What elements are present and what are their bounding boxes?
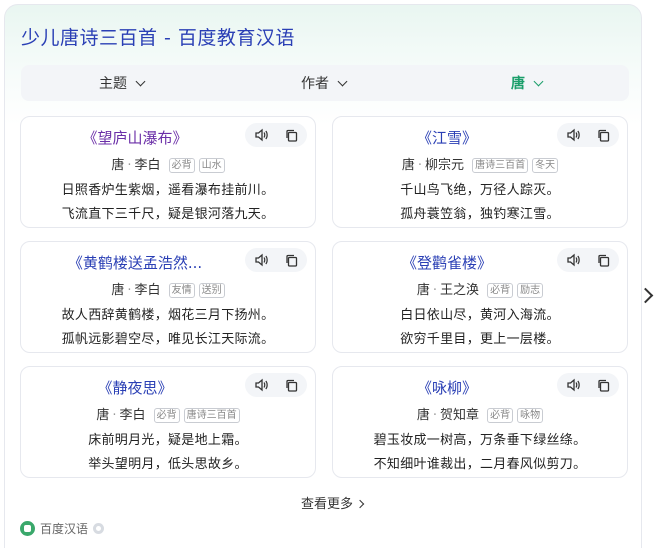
poem-meta: 唐 · 柳宗元 唐诗三百首 冬天 xyxy=(333,154,627,173)
poem-tag: 咏物 xyxy=(517,408,544,423)
poem-author[interactable]: 柳宗元 xyxy=(425,158,464,173)
poem-line: 孤帆远影碧空尽，唯见长江天际流。 xyxy=(61,332,275,347)
poem-tools xyxy=(245,248,307,272)
filter-label: 主题 xyxy=(99,76,127,92)
next-page-arrow[interactable] xyxy=(636,276,660,316)
chevron-down-icon xyxy=(337,76,348,86)
poem-tag: 友情 xyxy=(168,283,195,298)
poem-tag: 励志 xyxy=(517,283,544,298)
poem-item[interactable]: 《静夜思》 唐 · 李白 必背 唐诗三百首 床前明月光，疑是地上霜。 举头望明月，低头… xyxy=(20,366,316,478)
speaker-icon[interactable] xyxy=(254,128,268,142)
source-attribution[interactable]: 百度汉语 xyxy=(20,520,105,537)
copy-icon[interactable] xyxy=(285,254,298,267)
poem-title[interactable]: 《咏柳》 xyxy=(341,377,553,398)
poem-dynasty: 唐 xyxy=(111,283,125,298)
poem-tag: 必背 xyxy=(153,408,180,423)
poem-meta: 唐 · 李白 必背 山水 xyxy=(21,154,315,173)
poem-line: 欲穷千里目，更上一层楼。 xyxy=(400,332,560,347)
poem-title[interactable]: 《登鹳雀楼》 xyxy=(341,252,553,273)
view-more-label: 查看更多 xyxy=(300,497,353,512)
poem-dynasty: 唐 xyxy=(401,158,415,173)
poem-tag: 山水 xyxy=(198,158,225,173)
poem-line: 千山鸟飞绝，万径人踪灭。 xyxy=(400,183,560,198)
poem-tools xyxy=(557,248,619,272)
poem-title[interactable]: 《黄鹤楼送孟浩然... xyxy=(29,252,241,273)
poem-tag: 必背 xyxy=(487,283,514,298)
verified-icon xyxy=(93,523,105,534)
poem-line: 孤舟蓑笠翁，独钓寒江雪。 xyxy=(400,207,560,222)
source-label: 百度汉语 xyxy=(40,522,89,536)
poem-author[interactable]: 李白 xyxy=(135,283,161,298)
poem-item[interactable]: 《登鹳雀楼》 唐 · 王之涣 必背 励志 白日依山尽，黄河入海流。 欲穷千里目，更上一… xyxy=(332,241,628,353)
poem-tag: 必背 xyxy=(487,408,514,423)
poem-tag: 送别 xyxy=(198,283,225,298)
copy-icon[interactable] xyxy=(285,379,298,392)
poem-tag: 冬天 xyxy=(532,158,559,173)
speaker-icon[interactable] xyxy=(254,378,268,392)
speaker-icon[interactable] xyxy=(254,253,268,267)
poem-author[interactable]: 王之涣 xyxy=(440,283,479,298)
poem-title[interactable]: 《江雪》 xyxy=(341,127,553,148)
speaker-icon[interactable] xyxy=(566,253,580,267)
poem-line: 故人西辞黄鹤楼，烟花三月下扬州。 xyxy=(61,308,275,323)
separator-dot: · xyxy=(417,158,422,173)
poem-author[interactable]: 李白 xyxy=(120,408,146,423)
poem-meta: 唐 · 贺知章 必背 咏物 xyxy=(333,404,627,423)
filter-theme[interactable]: 主题 xyxy=(99,65,146,101)
separator-dot: · xyxy=(432,408,437,423)
filter-dynasty[interactable]: 唐 xyxy=(511,65,544,101)
card-title[interactable]: 少儿唐诗三百首 - 百度教育汉语 xyxy=(21,23,295,50)
poem-item[interactable]: 《江雪》 唐 · 柳宗元 唐诗三百首 冬天 千山鸟飞绝，万径人踪灭。 孤舟蓑笠翁，独钓… xyxy=(332,116,628,228)
poem-item[interactable]: 《黄鹤楼送孟浩然... 唐 · 李白 友情 送别 故人西辞黄鹤楼，烟花三月下扬州。 孤… xyxy=(20,241,316,353)
poem-dynasty: 唐 xyxy=(416,408,430,423)
poem-line: 碧玉妆成一树高，万条垂下绿丝绦。 xyxy=(373,433,587,448)
chevron-right-icon xyxy=(355,499,365,509)
poem-meta: 唐 · 李白 必背 唐诗三百首 xyxy=(21,404,315,423)
poem-line: 不知细叶谁裁出，二月春风似剪刀。 xyxy=(373,457,587,472)
poem-tools xyxy=(557,123,619,147)
copy-icon[interactable] xyxy=(597,129,610,142)
poem-tools xyxy=(557,373,619,397)
filter-bar: 主题 作者 唐 xyxy=(21,65,629,101)
poem-line: 日照香炉生紫烟，遥看瀑布挂前川。 xyxy=(61,183,275,198)
separator-dot: · xyxy=(432,283,437,298)
poem-dynasty: 唐 xyxy=(96,408,110,423)
poem-tag: 唐诗三百首 xyxy=(183,408,240,423)
copy-icon[interactable] xyxy=(597,379,610,392)
poem-meta: 唐 · 王之涣 必背 励志 xyxy=(333,279,627,298)
poem-author[interactable]: 贺知章 xyxy=(440,408,479,423)
chevron-down-icon xyxy=(135,76,146,86)
poem-tools xyxy=(245,373,307,397)
copy-icon[interactable] xyxy=(597,254,610,267)
baidu-hanyu-logo-icon xyxy=(20,521,35,536)
filter-author[interactable]: 作者 xyxy=(301,65,348,101)
poem-tag: 唐诗三百首 xyxy=(472,158,529,173)
poem-line: 飞流直下三千尺，疑是银河落九天。 xyxy=(61,207,275,222)
poem-line: 举头望明月，低头思故乡。 xyxy=(88,457,248,472)
copy-icon[interactable] xyxy=(285,129,298,142)
separator-dot: · xyxy=(127,158,132,173)
separator-dot: · xyxy=(112,408,117,423)
view-more-button[interactable]: 查看更多 xyxy=(0,493,664,512)
poem-item[interactable]: 《望庐山瀑布》 唐 · 李白 必背 山水 日照香炉生紫烟，遥看瀑布挂前川。 飞流直下三… xyxy=(20,116,316,228)
filter-label: 作者 xyxy=(301,76,329,92)
chevron-down-icon xyxy=(533,76,544,86)
filter-label: 唐 xyxy=(511,76,525,92)
speaker-icon[interactable] xyxy=(566,128,580,142)
poem-meta: 唐 · 李白 友情 送别 xyxy=(21,279,315,298)
poem-title[interactable]: 《静夜思》 xyxy=(29,377,241,398)
poem-item[interactable]: 《咏柳》 唐 · 贺知章 必背 咏物 碧玉妆成一树高，万条垂下绿丝绦。 不知细叶谁裁出… xyxy=(332,366,628,478)
poem-author[interactable]: 李白 xyxy=(135,158,161,173)
poem-title[interactable]: 《望庐山瀑布》 xyxy=(29,127,241,148)
poem-tag: 必背 xyxy=(168,158,195,173)
poem-tools xyxy=(245,123,307,147)
poem-dynasty: 唐 xyxy=(111,158,125,173)
poem-dynasty: 唐 xyxy=(416,283,430,298)
poem-line: 床前明月光，疑是地上霜。 xyxy=(88,433,248,448)
separator-dot: · xyxy=(127,283,132,298)
poem-line: 白日依山尽，黄河入海流。 xyxy=(400,308,560,323)
speaker-icon[interactable] xyxy=(566,378,580,392)
